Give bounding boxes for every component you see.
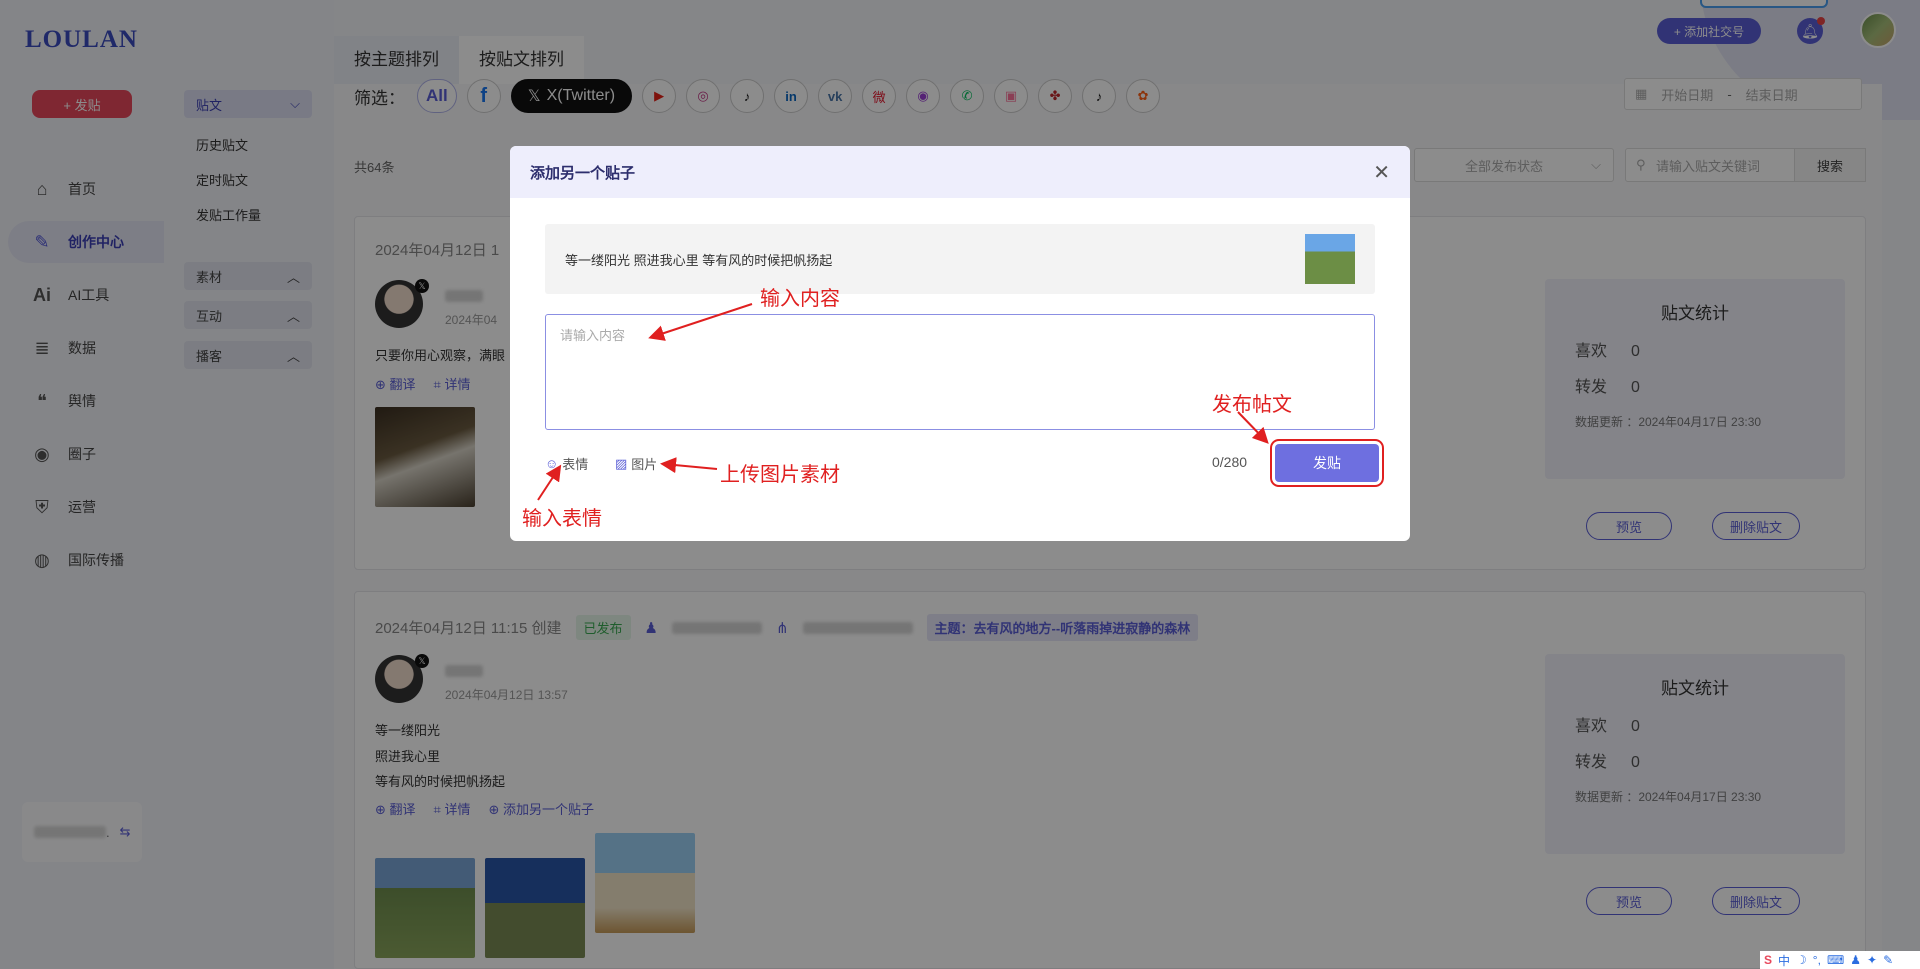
punctuation-icon[interactable]: °, bbox=[1813, 953, 1821, 967]
referenced-post: 等一缕阳光 照进我心里 等有风的时候把帆扬起 bbox=[545, 224, 1375, 294]
moon-icon[interactable]: ☽ bbox=[1796, 953, 1807, 967]
modal-title: 添加另一个贴子 bbox=[530, 164, 636, 182]
ime-language[interactable]: 中 bbox=[1778, 952, 1790, 969]
char-counter: 0/280 bbox=[1212, 454, 1248, 470]
tools-icon[interactable]: ✎ bbox=[1883, 953, 1893, 967]
annotation-upload-image: 上传图片素材 bbox=[720, 462, 840, 486]
image-label: 图片 bbox=[631, 457, 658, 472]
content-placeholder: 请输入内容 bbox=[560, 328, 626, 343]
smile-icon: ☺ bbox=[545, 456, 559, 471]
ime-toolbar: S 中 ☽ °, ⌨ ♟ ✦ ✎ bbox=[1760, 951, 1920, 969]
modal-header: 添加另一个贴子 ✕ bbox=[510, 146, 1410, 198]
referenced-post-image bbox=[1305, 234, 1355, 284]
emoji-label: 表情 bbox=[562, 457, 589, 472]
skin-icon[interactable]: ✦ bbox=[1867, 953, 1877, 967]
close-icon[interactable]: ✕ bbox=[1373, 160, 1390, 185]
emoji-button[interactable]: ☺ 表情 bbox=[545, 454, 588, 473]
image-button[interactable]: ▨ 图片 bbox=[615, 454, 657, 473]
annotation-input-emoji: 输入表情 bbox=[522, 506, 602, 530]
annotation-input-content: 输入内容 bbox=[760, 286, 840, 310]
annotation-publish-post: 发布帖文 bbox=[1212, 392, 1292, 416]
keyboard-icon[interactable]: ⌨ bbox=[1827, 953, 1844, 967]
user-icon[interactable]: ♟ bbox=[1850, 953, 1861, 967]
sogou-icon[interactable]: S bbox=[1764, 953, 1772, 967]
image-icon: ▨ bbox=[615, 455, 628, 471]
add-post-modal: 添加另一个贴子 ✕ 等一缕阳光 照进我心里 等有风的时候把帆扬起 请输入内容 ☺… bbox=[510, 146, 1410, 541]
referenced-post-text: 等一缕阳光 照进我心里 等有风的时候把帆扬起 bbox=[565, 252, 833, 268]
publish-button[interactable]: 发贴 bbox=[1275, 444, 1379, 482]
